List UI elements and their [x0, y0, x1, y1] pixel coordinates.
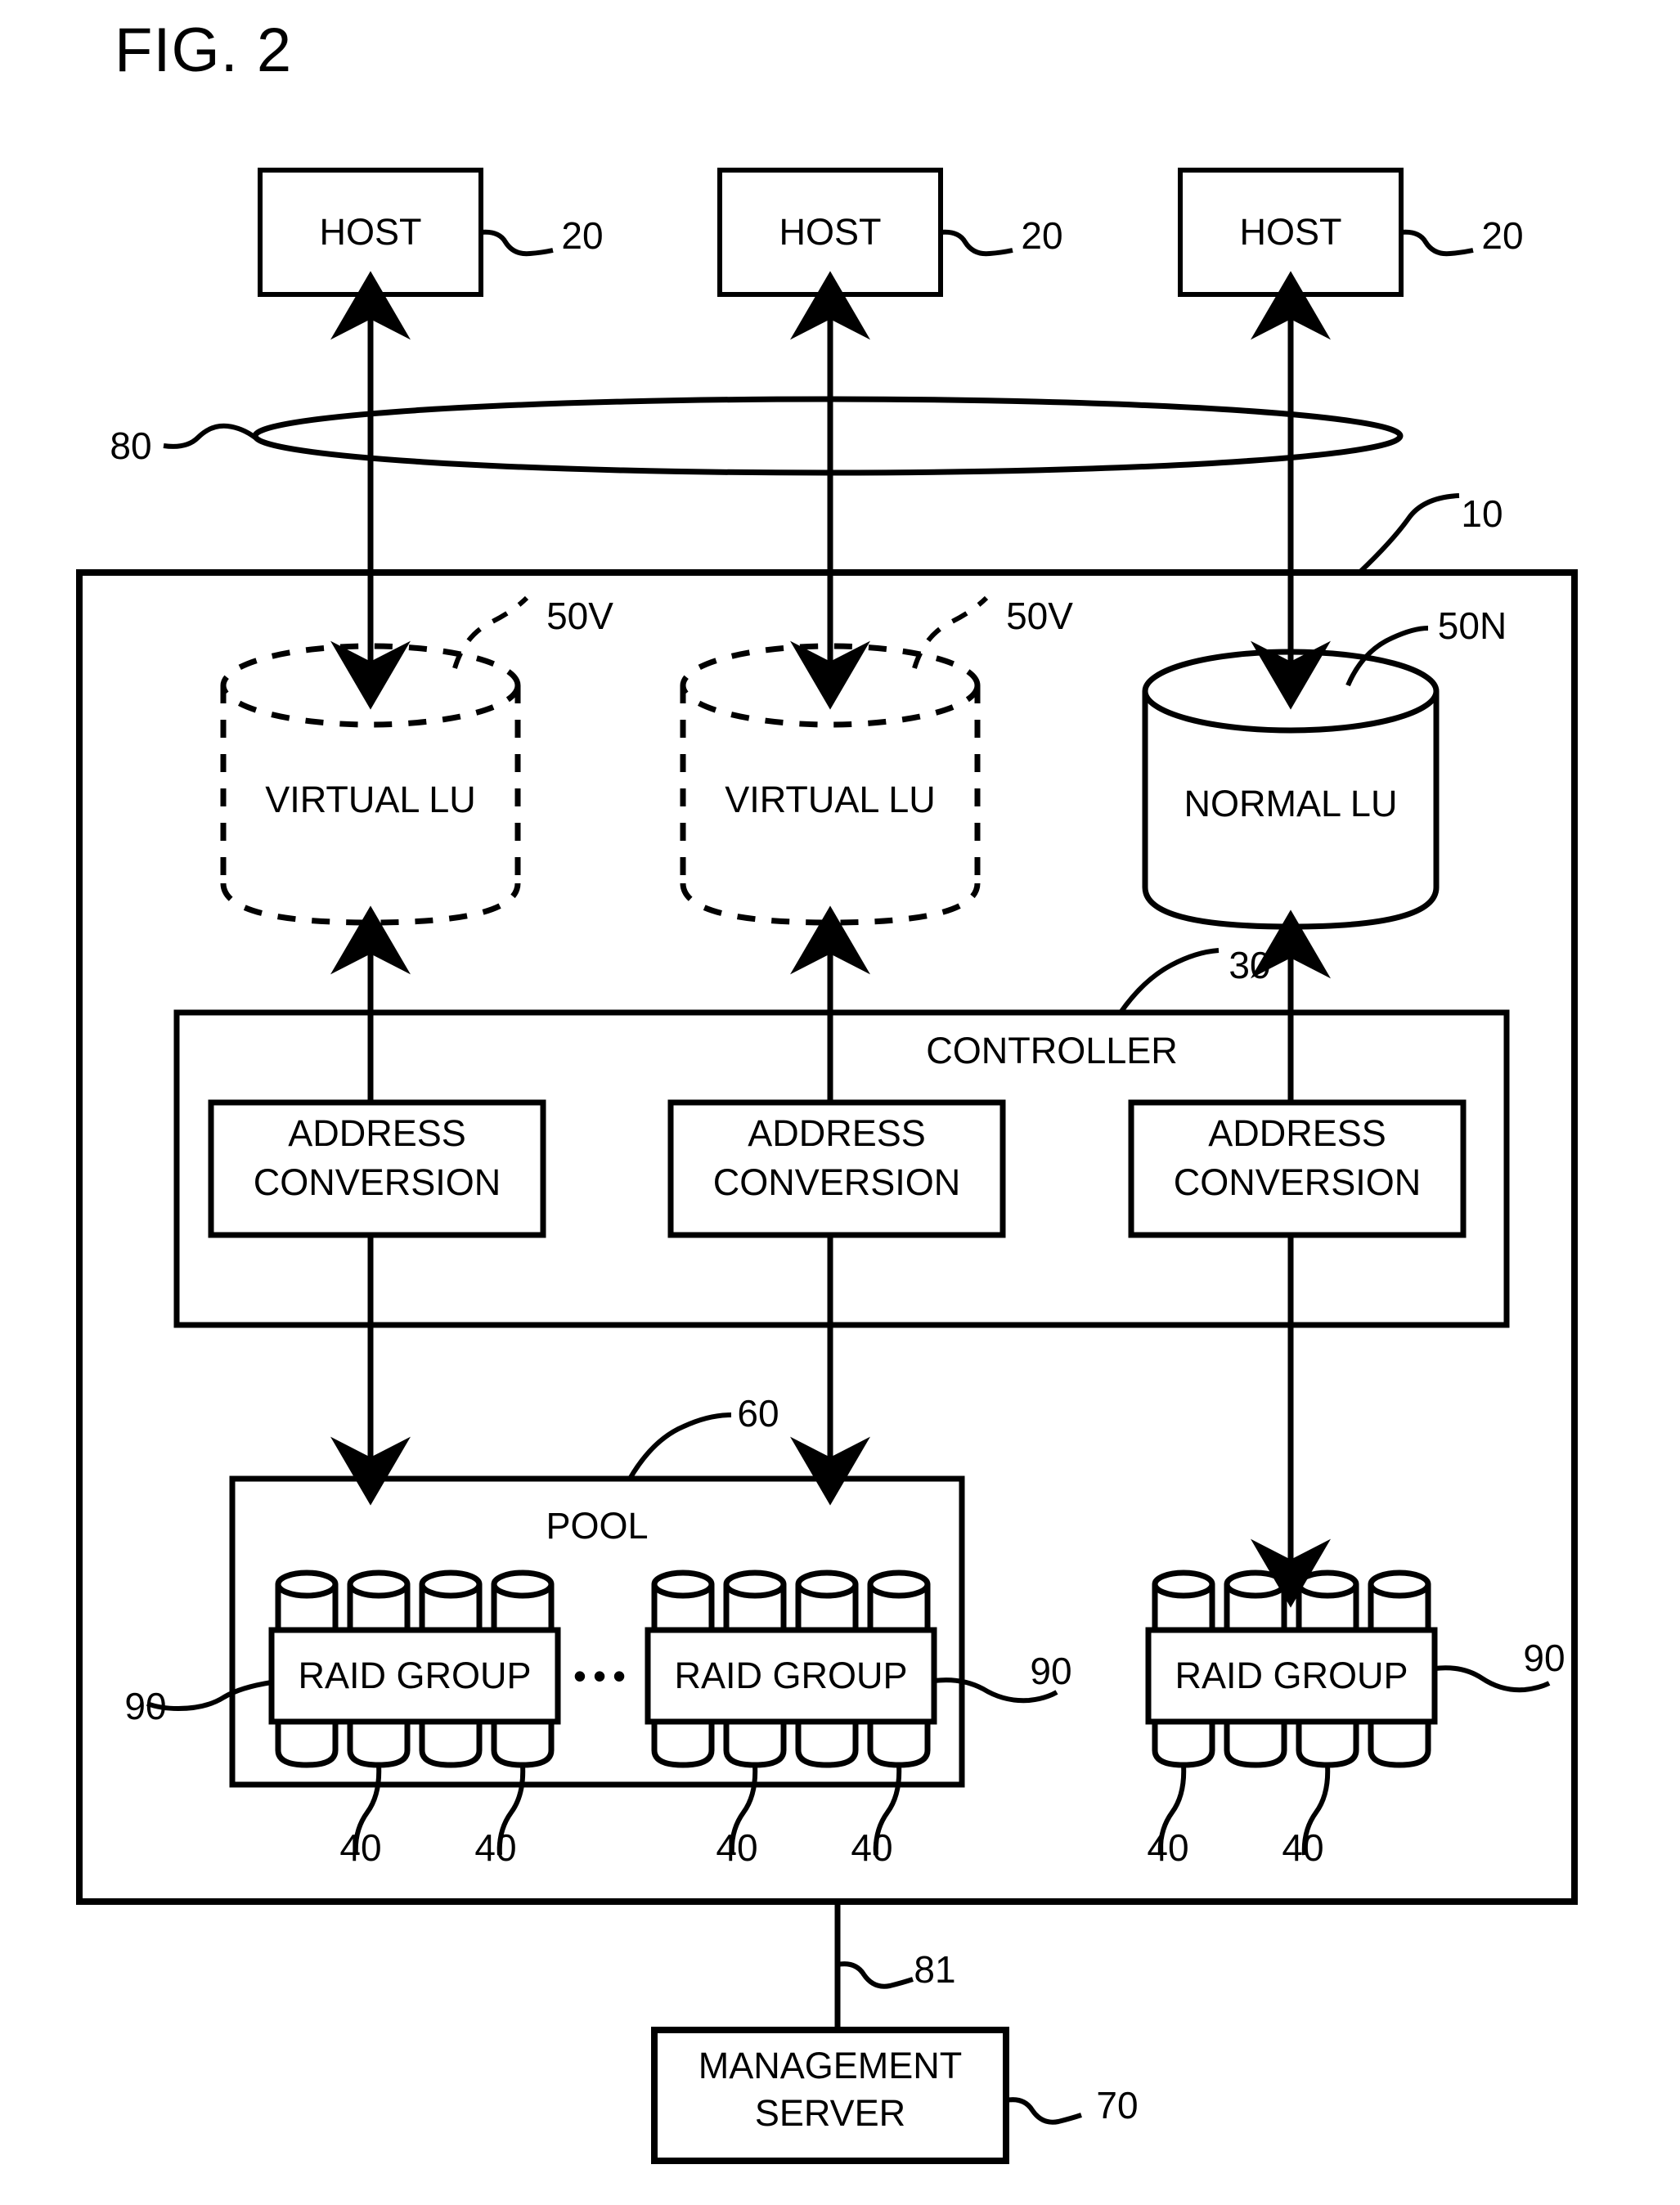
management-server-ref: 70 [1096, 2084, 1139, 2126]
management-server-line1: MANAGEMENT [698, 2045, 963, 2086]
virtual-lu-1-leader [452, 595, 529, 669]
raid-group-label-2: RAID GROUP [674, 1655, 908, 1696]
pool-leader [627, 1412, 732, 1480]
host-leader-3 [1400, 229, 1474, 257]
host-label-1: HOST [319, 211, 422, 253]
normal-lu-ref: 50N [1437, 604, 1507, 647]
address-conversion-line1-3: ADDRESS [1208, 1112, 1386, 1154]
disk-ref-1a: 40 [339, 1826, 382, 1869]
address-conversion-line2-2: CONVERSION [712, 1161, 961, 1203]
virtual-lu-2-leader [912, 595, 989, 669]
management-server-leader [1005, 2097, 1082, 2125]
raid-group-label-1: RAID GROUP [298, 1655, 532, 1696]
network-leader [163, 423, 257, 449]
disk-ref-3a: 40 [1147, 1826, 1189, 1869]
controller-ref: 30 [1229, 944, 1271, 986]
host-leader-2 [940, 229, 1013, 257]
address-conversion-line1-2: ADDRESS [748, 1112, 926, 1154]
management-link-leader [837, 1961, 914, 1989]
virtual-lu-label-2: VIRTUAL LU [725, 779, 936, 820]
raid-group-ellipsis: ••• [573, 1655, 633, 1697]
network-ref: 80 [110, 424, 152, 467]
raid-group-label-3: RAID GROUP [1175, 1655, 1408, 1696]
management-link-ref: 81 [914, 1948, 956, 1991]
raid-group-ref-3: 90 [1523, 1637, 1565, 1679]
disk-ref-1b: 40 [474, 1826, 517, 1869]
host-ref-2: 20 [1021, 214, 1063, 257]
figure-title: FIG. 2 [115, 16, 293, 85]
figure-canvas: FIG. 2 HOST HOST HOST 20 20 20 80 10 VIR… [0, 0, 1680, 2205]
management-server-line2: SERVER [754, 2092, 906, 2134]
disk-ref-2b: 40 [851, 1826, 893, 1869]
disk-ref-3b: 40 [1282, 1826, 1324, 1869]
host-ref-1: 20 [561, 214, 604, 257]
diagram-vector-layer [76, 168, 1578, 2164]
storage-system-leader [1357, 493, 1460, 575]
address-conversion-line1-1: ADDRESS [288, 1112, 466, 1154]
storage-system-ref: 10 [1461, 492, 1503, 535]
disk-ref-2a: 40 [716, 1826, 758, 1869]
host-label-3: HOST [1239, 211, 1342, 253]
controller-leader [1118, 948, 1220, 1014]
pool-label: POOL [546, 1505, 649, 1547]
pool-ref: 60 [737, 1392, 779, 1435]
virtual-lu-label-1: VIRTUAL LU [265, 779, 476, 820]
raid-group-ref-1: 90 [124, 1685, 167, 1727]
host-leader-1 [480, 229, 554, 257]
virtual-lu-ref-1: 50V [546, 595, 613, 637]
host-label-2: HOST [779, 211, 882, 253]
raid-group-ref-2: 90 [1030, 1650, 1072, 1692]
address-conversion-line2-1: CONVERSION [253, 1161, 501, 1203]
normal-lu-label: NORMAL LU [1184, 783, 1398, 824]
controller-label: CONTROLLER [926, 1030, 1178, 1071]
address-conversion-line2-3: CONVERSION [1173, 1161, 1422, 1203]
host-ref-3: 20 [1481, 214, 1524, 257]
virtual-lu-ref-2: 50V [1006, 595, 1073, 637]
